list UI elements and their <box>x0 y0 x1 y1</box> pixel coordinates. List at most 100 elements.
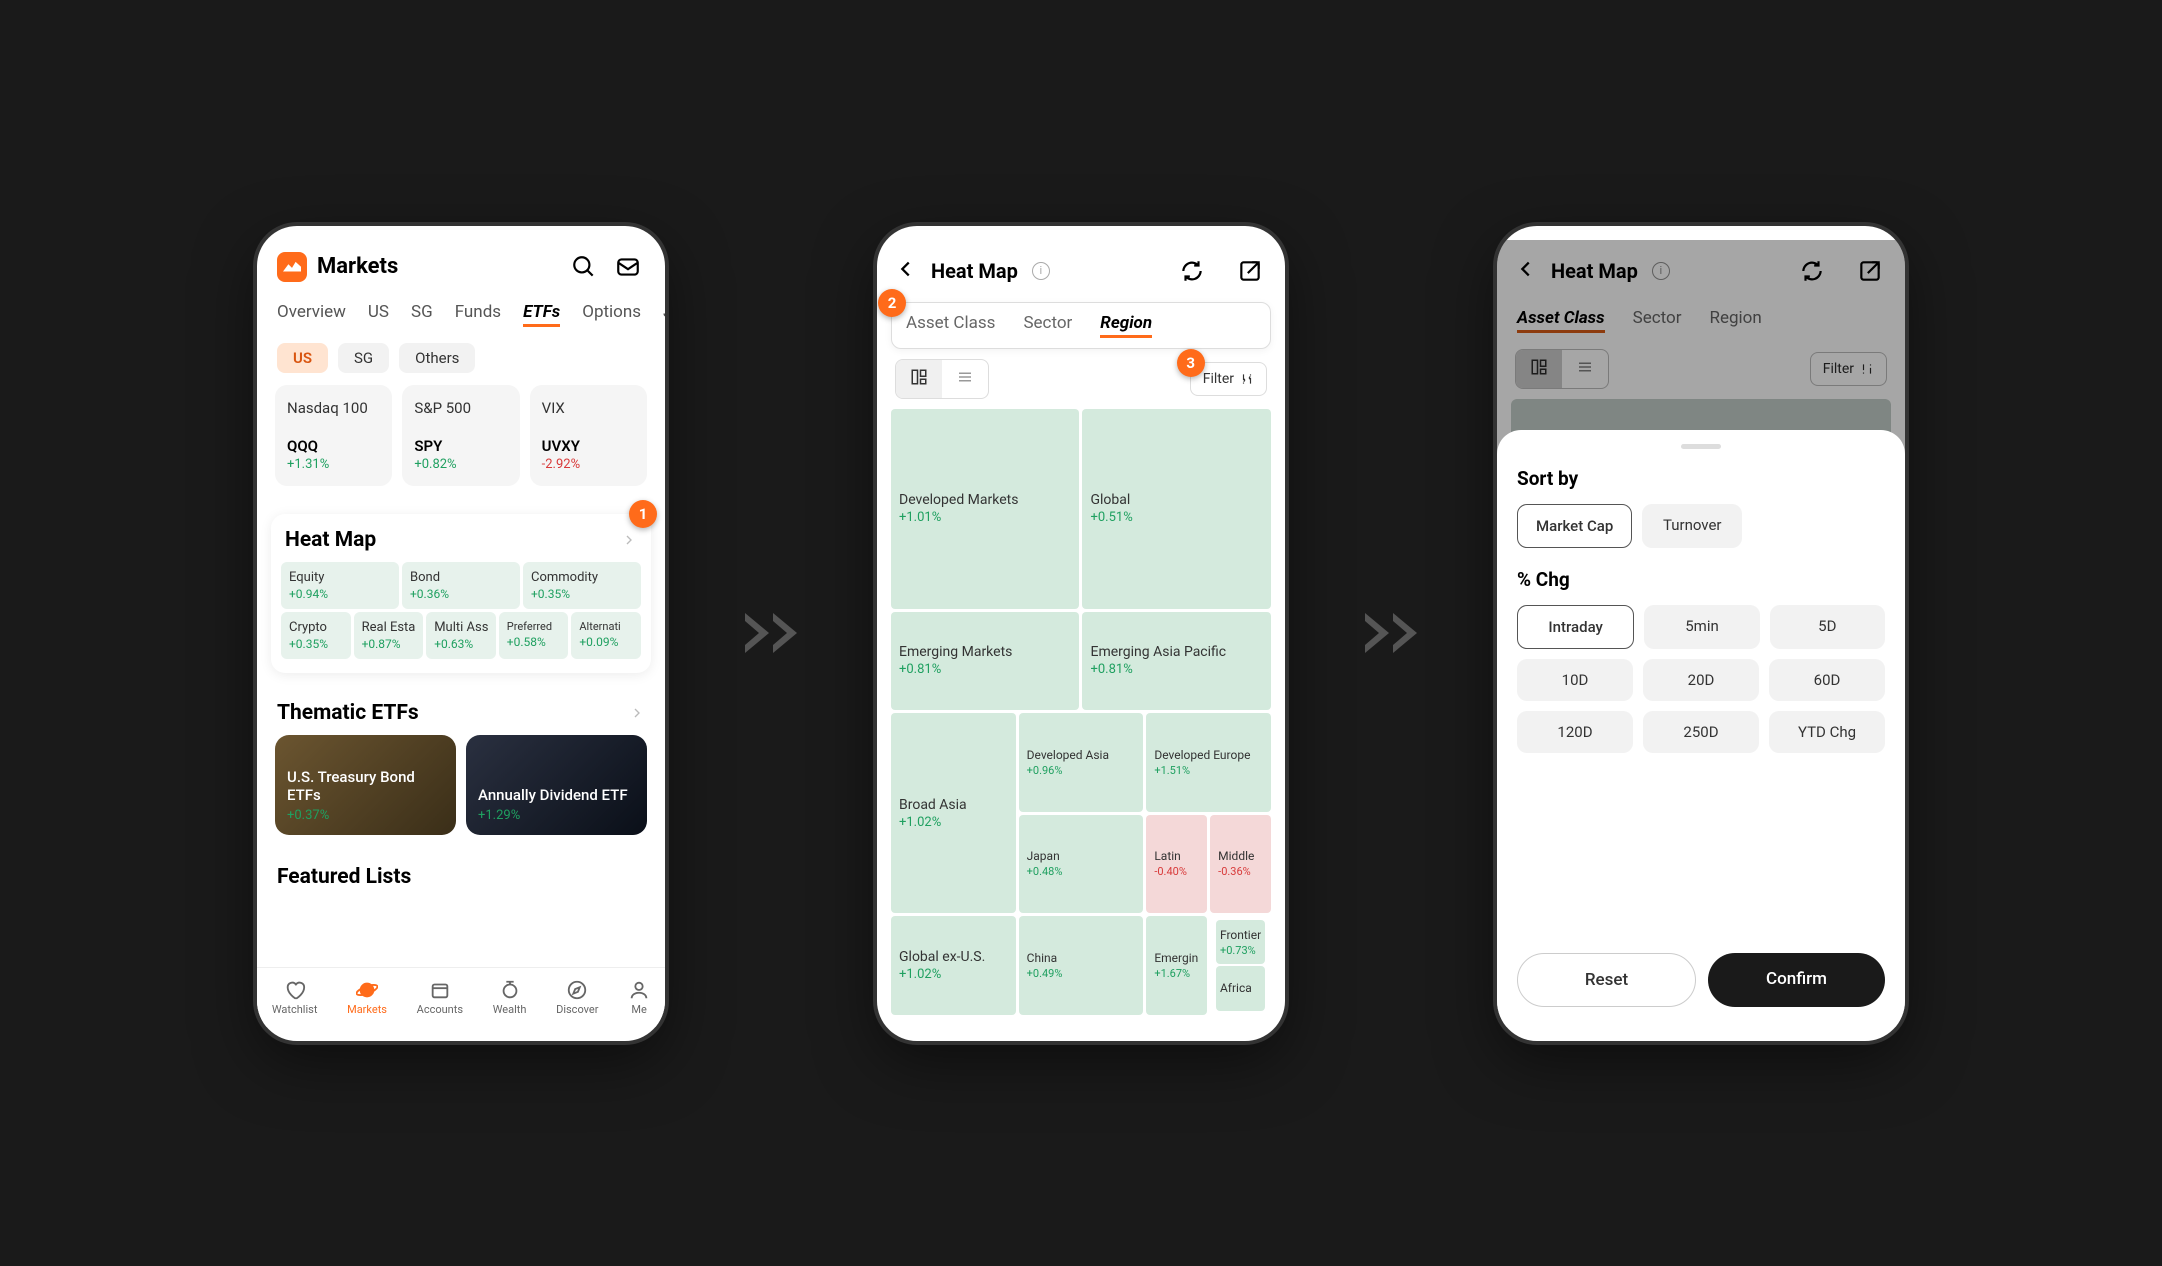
tab-sg[interactable]: SG <box>411 302 433 327</box>
tab-sector[interactable]: Sector <box>1023 313 1072 338</box>
chg-option[interactable]: YTD Chg <box>1769 711 1885 753</box>
nav-markets[interactable]: Markets <box>347 979 387 1016</box>
callout-badge-3: 3 <box>1177 349 1205 377</box>
heatmap-tile[interactable]: Commodity+0.35% <box>523 562 641 609</box>
treemap-cell[interactable]: Emergin+1.67% <box>1146 916 1207 1015</box>
treemap-cell[interactable]: Developed Markets+1.01% <box>891 409 1079 609</box>
tab-overview[interactable]: Overview <box>277 302 346 327</box>
confirm-button[interactable]: Confirm <box>1708 953 1885 1007</box>
tab-jp[interactable]: JP <box>663 302 665 327</box>
chg-option[interactable]: 10D <box>1517 659 1633 701</box>
list-view-button[interactable] <box>942 360 988 398</box>
phone-screen-3: Heat Map i Asset Class Sector Region Fil… <box>1497 226 1905 1041</box>
arrow-separator <box>745 613 797 653</box>
treemap-cell[interactable]: Emerging Asia Pacific+0.81% <box>1082 612 1271 711</box>
nav-watchlist[interactable]: Watchlist <box>272 979 318 1016</box>
thematic-title-row[interactable]: Thematic ETFs <box>257 683 665 735</box>
index-cards: Nasdaq 100 QQQ +1.31% S&P 500 SPY +0.82%… <box>257 381 665 490</box>
refresh-icon[interactable] <box>1175 254 1209 288</box>
tab-etfs[interactable]: ETFs <box>523 302 560 327</box>
nav-discover[interactable]: Discover <box>556 979 598 1016</box>
thematic-card[interactable]: Annually Dividend ETF +1.29% <box>466 735 647 835</box>
treemap-cell[interactable]: Global+0.51% <box>1082 409 1271 609</box>
reset-button[interactable]: Reset <box>1517 953 1696 1007</box>
search-icon[interactable] <box>567 250 601 284</box>
chip-others[interactable]: Others <box>399 343 475 373</box>
piggy-icon <box>499 979 521 1001</box>
thematic-card[interactable]: U.S. Treasury Bond ETFs +0.37% <box>275 735 456 835</box>
phone-screen-1: Markets Overview US SG Funds ETFs Option… <box>257 226 665 1041</box>
view-toggle <box>895 359 989 399</box>
treemap-cell[interactable]: Latin-0.40% <box>1146 815 1207 914</box>
index-card[interactable]: VIX UVXY -2.92% <box>530 385 647 486</box>
tab-asset-class[interactable]: Asset Class <box>906 313 995 338</box>
sort-option-market-cap[interactable]: Market Cap <box>1517 504 1632 548</box>
grid-view-button[interactable] <box>896 360 942 398</box>
treemap-cell-group: Frontier+0.73% Africa <box>1210 916 1271 1015</box>
heatmap-tile[interactable]: Equity+0.94% <box>281 562 399 609</box>
tab-region[interactable]: Region <box>1100 313 1152 338</box>
treemap-cell[interactable]: Japan+0.48% <box>1019 815 1144 914</box>
chg-option[interactable]: Intraday <box>1517 605 1634 649</box>
share-icon[interactable] <box>1233 254 1267 288</box>
chip-sg[interactable]: SG <box>338 343 389 373</box>
heatmap-tile[interactable]: Multi Asset+0.63% <box>426 612 496 659</box>
bottom-nav: Watchlist Markets Accounts Wealth Discov… <box>257 967 665 1027</box>
treemap-cell[interactable]: Middle-0.36% <box>1210 815 1271 914</box>
drag-handle[interactable] <box>1681 444 1721 449</box>
page-title: Markets <box>317 254 557 279</box>
chg-option[interactable]: 5D <box>1770 605 1885 649</box>
chg-option[interactable]: 20D <box>1643 659 1759 701</box>
page-title: Heat Map <box>931 259 1018 283</box>
nav-wealth[interactable]: Wealth <box>493 979 527 1016</box>
tab-options[interactable]: Options <box>582 302 641 327</box>
heatmap-row: Equity+0.94% Bond+0.36% Commodity+0.35% <box>281 562 641 609</box>
back-button[interactable] <box>895 258 917 284</box>
sort-option-turnover[interactable]: Turnover <box>1642 504 1742 548</box>
tab-funds[interactable]: Funds <box>455 302 501 327</box>
chevron-right-icon <box>621 532 637 548</box>
treemap-cell[interactable]: Broad Asia+1.02% <box>891 713 1016 913</box>
chg-option[interactable]: 5min <box>1644 605 1759 649</box>
treemap-cell[interactable]: Emerging Markets+0.81% <box>891 612 1079 711</box>
index-card[interactable]: S&P 500 SPY +0.82% <box>402 385 519 486</box>
tab-us[interactable]: US <box>368 302 389 327</box>
chg-title: % Chg <box>1517 568 1885 591</box>
chg-option[interactable]: 60D <box>1769 659 1885 701</box>
heatmap-section[interactable]: 1 Heat Map Equity+0.94% Bond+0.36% Commo… <box>271 514 651 673</box>
callout-badge-1: 1 <box>629 500 657 528</box>
treemap-cell[interactable]: Global ex-U.S.+1.02% <box>891 916 1016 1015</box>
chip-us[interactable]: US <box>277 343 328 373</box>
mail-icon[interactable] <box>611 250 645 284</box>
featured-title: Featured Lists <box>257 835 665 889</box>
chevron-right-icon <box>629 705 645 721</box>
index-card[interactable]: Nasdaq 100 QQQ +1.31% <box>275 385 392 486</box>
arrow-separator <box>1365 613 1417 653</box>
info-icon[interactable]: i <box>1032 262 1050 280</box>
sliders-icon <box>1240 372 1254 386</box>
sort-title: Sort by <box>1517 467 1885 490</box>
heatmap-tile[interactable]: Crypto+0.35% <box>281 612 351 659</box>
nav-me[interactable]: Me <box>628 979 650 1016</box>
heatmap-tile[interactable]: Real Estate+0.87% <box>354 612 424 659</box>
treemap: Developed Markets+1.01% Global+0.51% Eme… <box>877 409 1285 1027</box>
heatmap-tile[interactable]: Preferred+0.58% <box>499 612 569 659</box>
header: Markets <box>257 240 665 294</box>
chg-option[interactable]: 120D <box>1517 711 1633 753</box>
treemap-cell[interactable]: Developed Asia+0.96% <box>1019 713 1144 812</box>
nav-accounts[interactable]: Accounts <box>417 979 463 1016</box>
market-chips: US SG Others <box>257 335 665 381</box>
phone-screen-2: Heat Map i 2 Asset Class Sector Region 3… <box>877 226 1285 1041</box>
heatmap-tile[interactable]: Alternati+0.09% <box>571 612 641 659</box>
chg-option[interactable]: 250D <box>1643 711 1759 753</box>
chg-options-row: 10D 20D 60D <box>1517 659 1885 701</box>
sort-options: Market Cap Turnover <box>1517 504 1885 548</box>
planet-icon <box>356 979 378 1001</box>
treemap-cell[interactable]: Developed Europe+1.51% <box>1146 713 1271 812</box>
treemap-cell[interactable]: Africa <box>1216 966 1265 1010</box>
heatmap-tile[interactable]: Bond+0.36% <box>402 562 520 609</box>
app-logo-icon <box>277 252 307 282</box>
filter-button[interactable]: 3 Filter <box>1190 362 1267 396</box>
treemap-cell[interactable]: China+0.49% <box>1019 916 1144 1015</box>
treemap-cell[interactable]: Frontier+0.73% <box>1216 920 1265 964</box>
